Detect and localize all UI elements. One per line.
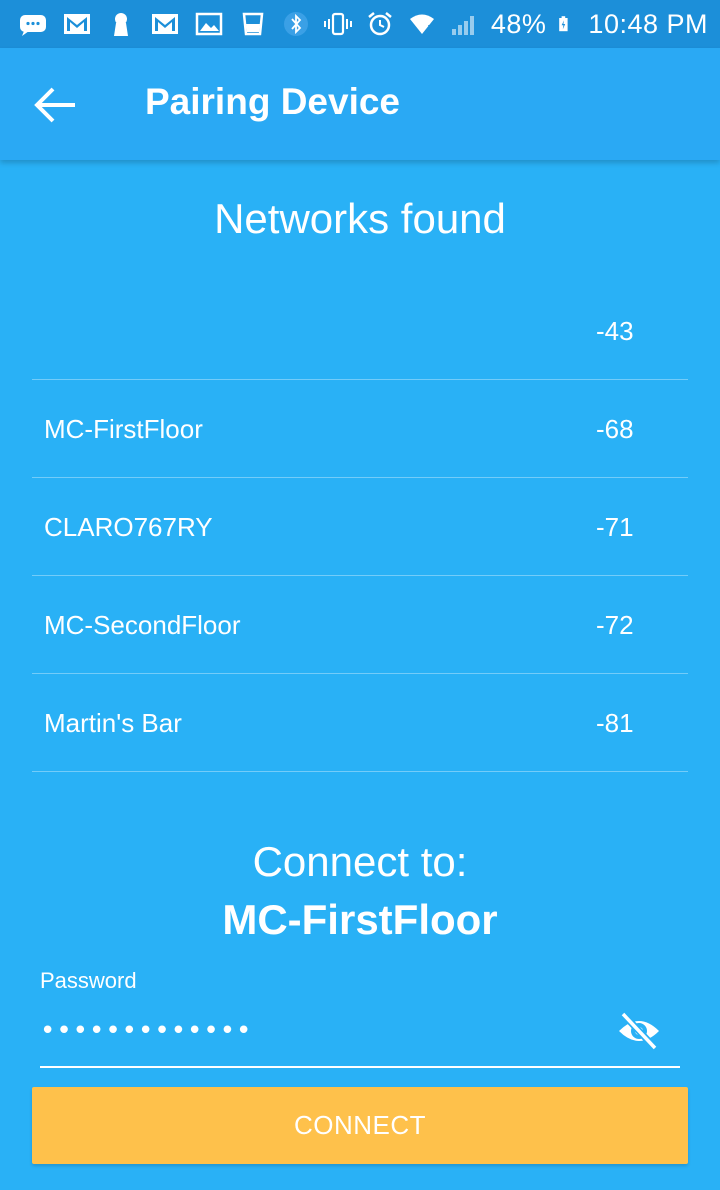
network-name: Martin's Bar <box>44 708 182 738</box>
cell-signal-icon <box>451 16 474 35</box>
network-signal: -72 <box>596 610 634 640</box>
connect-button[interactable]: CONNECT <box>32 1087 688 1164</box>
back-button[interactable] <box>28 78 82 132</box>
network-row[interactable]: MC-FirstFloor -68 <box>32 380 688 478</box>
password-visibility-toggle[interactable] <box>614 1008 664 1054</box>
network-signal: -81 <box>596 708 634 738</box>
networks-found-heading: Networks found <box>214 195 506 242</box>
alarm-icon <box>368 12 392 36</box>
app-bar: Pairing Device <box>0 48 720 160</box>
password-field[interactable] <box>40 1008 610 1054</box>
bluetooth-icon <box>283 12 308 36</box>
password-underline <box>40 1066 680 1068</box>
system-status: 48% 10:48 PM <box>281 9 708 40</box>
gmail-icon <box>152 14 178 34</box>
notification-icons <box>18 11 268 37</box>
network-name: MC-SecondFloor <box>44 610 241 640</box>
cup-icon <box>242 12 264 36</box>
network-name: MC-FirstFloor <box>44 414 203 444</box>
vibrate-icon <box>323 12 352 36</box>
messages-icon <box>20 15 46 36</box>
wifi-icon <box>409 14 434 34</box>
keyhole-icon <box>114 13 128 36</box>
gallery-icon <box>195 12 223 36</box>
network-row[interactable]: -43 <box>32 282 688 380</box>
network-list: -43 MC-FirstFloor -68 CLARO767RY -71 MC-… <box>32 282 688 772</box>
selected-network: MC-FirstFloor <box>222 896 498 943</box>
battery-charging-icon <box>559 16 569 32</box>
network-signal: -71 <box>596 512 634 542</box>
arrow-left-icon <box>34 87 75 123</box>
battery-percent: 48% <box>490 8 547 39</box>
network-row[interactable]: MC-SecondFloor -72 <box>32 576 688 674</box>
network-signal: -43 <box>596 316 634 346</box>
clock: 10:48 PM <box>588 8 708 39</box>
connect-to-label: Connect to: <box>252 838 468 885</box>
password-label: Password <box>40 968 137 993</box>
gmail-icon <box>64 14 90 34</box>
network-name: CLARO767RY <box>44 512 213 542</box>
network-row[interactable]: CLARO767RY -71 <box>32 478 688 576</box>
eye-off-icon <box>619 1011 659 1051</box>
network-signal: -68 <box>596 414 634 444</box>
status-bar: 48% 10:48 PM <box>0 0 720 48</box>
network-row[interactable]: Martin's Bar -81 <box>32 674 688 772</box>
page-title: Pairing Device <box>145 81 401 122</box>
